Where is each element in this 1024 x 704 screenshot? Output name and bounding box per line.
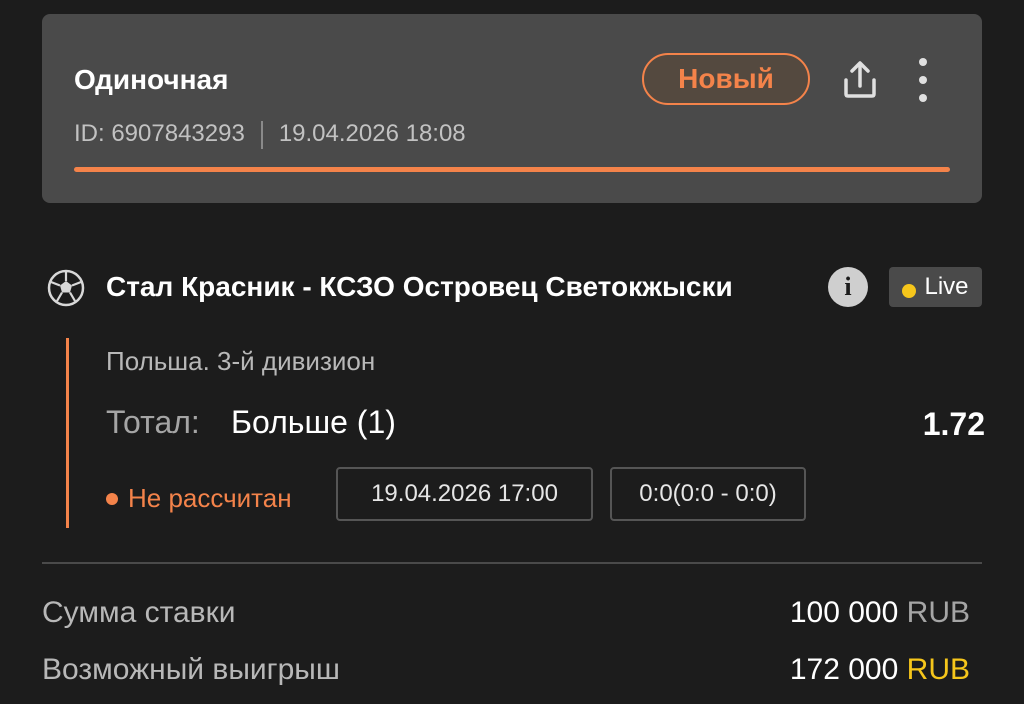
live-dot [902,284,917,298]
bet-id: ID: 6907843293 [74,120,245,147]
settle-status-label: Не рассчитан [128,483,292,513]
stake-currency: RUB [906,596,970,629]
event-details: Польша. 3-й дивизион Тотал: Больше (1) 1… [66,338,985,528]
stake-amount: 100 000 [789,596,899,629]
settle-status: Не рассчитан [106,483,292,514]
share-icon [844,61,876,98]
odds-value: 1.72 [922,406,985,442]
potential-win-value: 172 000 RUB [790,653,970,687]
event-score: 0:0(0:0 - 0:0) [610,467,806,521]
event-start-time: 19.04.2026 17:00 [336,467,593,521]
bet-header-card: Одиночная ID: 6907843293 19.04.2026 18:08… [42,14,982,203]
status-dot [106,492,118,505]
soccer-ball-icon [47,269,85,307]
bet-meta: ID: 6907843293 19.04.2026 18:08 [74,120,466,149]
share-button[interactable] [838,58,882,102]
stake-row: Сумма ставки 100 000 RUB [42,596,970,636]
bet-progress-bar [74,167,950,172]
potential-win-currency: RUB [906,653,970,686]
league-name: Польша. 3-й дивизион [106,346,376,376]
potential-win-row: Возможный выигрыш 172 000 RUB [42,653,970,693]
more-options-button[interactable] [908,56,938,104]
bet-type-title: Одиночная [74,64,229,95]
live-label: Live [924,273,969,300]
live-badge: Live [889,267,982,307]
meta-separator [260,120,263,149]
stake-label: Сумма ставки [42,596,236,629]
info-icon[interactable]: i [828,267,868,307]
match-row: Стал Красник - КСЗО Островец Светокжыски… [46,264,982,310]
potential-win-label: Возможный выигрыш [42,653,340,686]
potential-win-amount: 172 000 [789,653,899,686]
market-label: Тотал: [106,404,200,440]
market-value: Больше (1) [231,404,396,440]
status-badge: Новый [642,53,810,105]
bet-datetime: 19.04.2026 18:08 [278,120,466,147]
more-vertical-icon [919,58,927,66]
match-title[interactable]: Стал Красник - КСЗО Островец Светокжыски [106,271,733,303]
divider [42,562,982,564]
stake-value: 100 000 RUB [790,596,970,630]
